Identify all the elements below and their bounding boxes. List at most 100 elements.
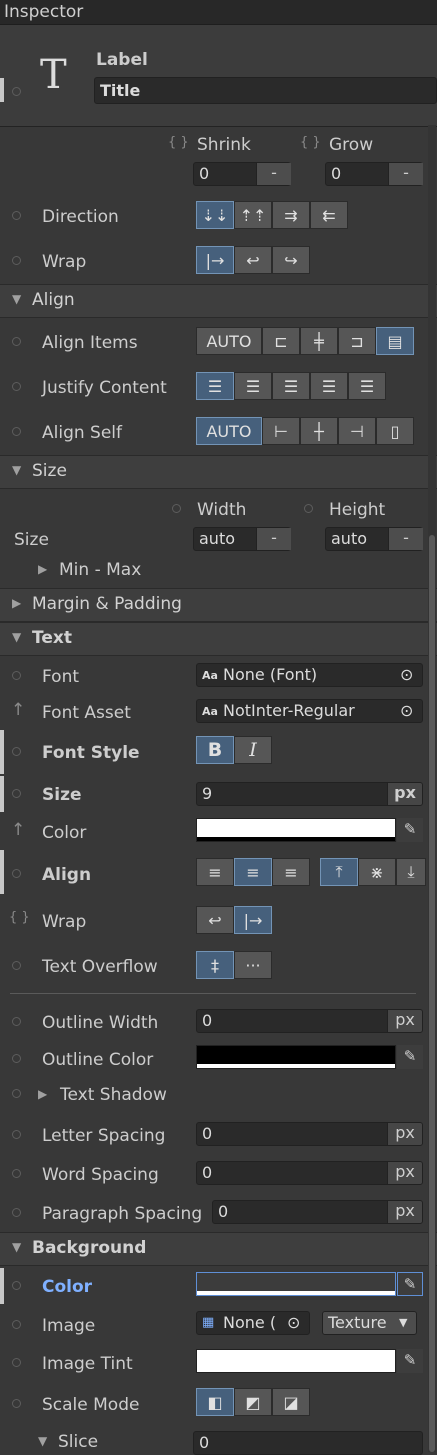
shrink-field[interactable]: 0- xyxy=(193,162,291,186)
shrink-keyword-button[interactable]: - xyxy=(256,163,291,185)
expand-arrow-icon[interactable]: ▼ xyxy=(38,1434,47,1448)
width-keyword-button[interactable]: - xyxy=(256,528,291,550)
column-reverse-icon[interactable]: ⇡⇡ xyxy=(234,201,272,229)
outline-width-field[interactable]: 0 px xyxy=(196,1009,423,1033)
justify-start-icon[interactable]: ☰ xyxy=(196,372,234,400)
binding-dot[interactable] xyxy=(12,1281,21,1290)
element-name-field[interactable]: Title xyxy=(94,77,437,104)
binding-dot[interactable] xyxy=(12,427,21,436)
font-object-field[interactable]: Aa None (Font) ⊙ xyxy=(196,663,423,687)
eyedropper-icon[interactable]: ✎ xyxy=(397,1045,423,1069)
unit-selector[interactable]: px xyxy=(387,1123,422,1145)
section-text[interactable]: ▼ Text xyxy=(0,622,437,656)
binding-dot[interactable] xyxy=(12,1169,21,1178)
justify-center-icon[interactable]: ☰ xyxy=(234,372,272,400)
unit-selector[interactable]: px xyxy=(387,1010,422,1032)
row-reverse-icon[interactable]: ⇇ xyxy=(310,201,348,229)
section-align[interactable]: ▼ Align xyxy=(0,284,437,318)
align-left-icon[interactable]: ≡ xyxy=(196,858,234,886)
unit-selector[interactable]: px xyxy=(387,1201,422,1223)
image-tint-swatch[interactable] xyxy=(196,1349,396,1373)
binding-dot[interactable] xyxy=(12,747,21,756)
nowrap-icon[interactable]: |→ xyxy=(196,246,234,274)
justify-between-icon[interactable]: ☰ xyxy=(310,372,348,400)
collapsed-arrow-icon[interactable]: ▶ xyxy=(38,562,47,576)
binding-dot[interactable] xyxy=(304,504,313,513)
align-end-icon[interactable]: ⊐ xyxy=(338,327,376,355)
italic-toggle[interactable]: I xyxy=(234,736,272,764)
align-center-icon[interactable]: ╪ xyxy=(300,327,338,355)
binding-dot[interactable] xyxy=(12,1208,21,1217)
scale-to-fit-icon[interactable]: ◪ xyxy=(272,1388,310,1416)
font-asset-field[interactable]: Aa NotInter-Regular ⊙ xyxy=(196,699,423,723)
section-size[interactable]: ▼ Size xyxy=(0,455,437,489)
width-field[interactable]: auto - xyxy=(193,527,291,551)
self-start-icon[interactable]: ⊢ xyxy=(262,417,300,445)
scrollbar-thumb[interactable] xyxy=(429,535,435,1452)
binding-dot[interactable] xyxy=(12,337,21,346)
binding-dot[interactable] xyxy=(12,87,21,96)
unit-selector[interactable]: px xyxy=(387,1162,422,1184)
text-color-swatch[interactable] xyxy=(196,818,396,842)
stretch-to-fill-icon[interactable]: ◧ xyxy=(196,1388,234,1416)
grow-keyword-button[interactable]: - xyxy=(388,163,423,185)
binding-dot[interactable] xyxy=(12,1089,21,1098)
wrap-icon[interactable]: ↩ xyxy=(234,246,272,274)
binding-dot[interactable] xyxy=(12,382,21,391)
row-direction-icon[interactable]: ⇉ xyxy=(272,201,310,229)
ellipsis-icon[interactable]: ··· xyxy=(234,951,272,979)
binding-dot[interactable] xyxy=(12,256,21,265)
grow-field[interactable]: 0- xyxy=(325,162,423,186)
binding-dot[interactable] xyxy=(12,789,21,798)
binding-dot[interactable] xyxy=(12,1358,21,1367)
align-self-auto[interactable]: AUTO xyxy=(196,417,262,445)
collapsed-arrow-icon[interactable]: ▶ xyxy=(38,1087,47,1101)
align-middle-icon[interactable]: ⋇ xyxy=(358,858,396,886)
word-spacing-field[interactable]: 0 px xyxy=(196,1161,423,1185)
bg-color-swatch[interactable] xyxy=(196,1272,396,1296)
binding-dot[interactable] xyxy=(172,504,181,513)
unit-selector[interactable]: px xyxy=(387,783,422,805)
align-stretch-icon[interactable]: ▤ xyxy=(376,327,414,355)
self-center-icon[interactable]: ┼ xyxy=(300,417,338,445)
binding-dot[interactable] xyxy=(12,671,21,680)
section-background[interactable]: ▼ Background xyxy=(0,1232,437,1266)
letter-spacing-field[interactable]: 0 px xyxy=(196,1122,423,1146)
bg-image-field[interactable]: ▦ None (⊙ xyxy=(196,1311,310,1335)
eyedropper-icon[interactable]: ✎ xyxy=(397,818,423,842)
paragraph-spacing-field[interactable]: 0 px xyxy=(212,1200,423,1224)
align-start-icon[interactable]: ⊏ xyxy=(262,327,300,355)
align-right-icon[interactable]: ≡ xyxy=(272,858,310,886)
object-picker-icon[interactable]: ⊙ xyxy=(400,665,413,684)
inspector-tab[interactable]: Inspector xyxy=(0,0,437,25)
outline-color-swatch[interactable] xyxy=(196,1045,396,1069)
eyedropper-icon[interactable]: ✎ xyxy=(397,1349,423,1373)
nowrap-icon[interactable]: |→ xyxy=(234,906,272,934)
binding-dot[interactable] xyxy=(12,869,21,878)
font-size-field[interactable]: 9 px xyxy=(196,782,423,806)
binding-dot[interactable] xyxy=(12,1399,21,1408)
binding-dot[interactable] xyxy=(12,1320,21,1329)
height-keyword-button[interactable]: - xyxy=(388,528,423,550)
binding-dot[interactable] xyxy=(12,961,21,970)
binding-dot[interactable] xyxy=(12,1054,21,1063)
binding-dot[interactable] xyxy=(12,211,21,220)
column-direction-icon[interactable]: ⇣⇣ xyxy=(196,201,234,229)
bold-toggle[interactable]: B xyxy=(196,736,234,764)
image-type-dropdown[interactable]: Texture ▼ xyxy=(322,1311,417,1335)
align-center-icon[interactable]: ≡ xyxy=(234,858,272,886)
vertical-scrollbar[interactable] xyxy=(428,125,436,1452)
slice-field[interactable]: 0 xyxy=(193,1431,423,1455)
eyedropper-icon[interactable]: ✎ xyxy=(397,1272,423,1296)
min-max-foldout[interactable]: Min - Max xyxy=(59,560,141,580)
height-field[interactable]: auto - xyxy=(325,527,423,551)
justify-end-icon[interactable]: ☰ xyxy=(272,372,310,400)
binding-dot[interactable] xyxy=(12,1130,21,1139)
align-bottom-icon[interactable]: ⤓ xyxy=(396,858,426,886)
justify-around-icon[interactable]: ☰ xyxy=(348,372,386,400)
binding-dot[interactable] xyxy=(12,1017,21,1026)
self-stretch-icon[interactable]: ▯ xyxy=(376,417,414,445)
align-items-auto[interactable]: AUTO xyxy=(196,327,262,355)
object-picker-icon[interactable]: ⊙ xyxy=(400,701,413,720)
section-margin-padding[interactable]: ▶ Margin & Padding xyxy=(0,588,437,622)
